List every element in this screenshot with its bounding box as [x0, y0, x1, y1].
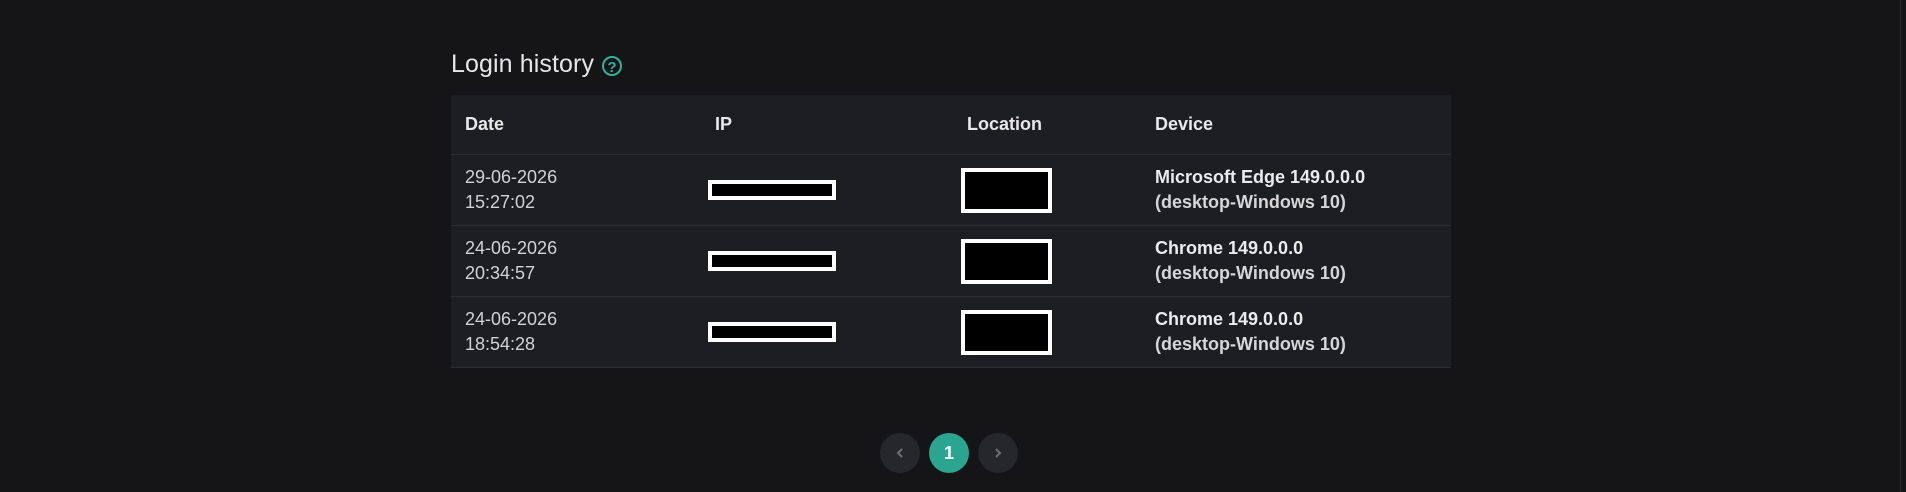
time-value: 18:54:28 — [465, 334, 536, 354]
time-value: 20:34:57 — [465, 263, 536, 283]
device-detail: (desktop-Windows 10) — [1155, 192, 1346, 212]
device-detail: (desktop-Windows 10) — [1155, 263, 1346, 283]
scrollbar-track[interactable] — [1900, 0, 1901, 492]
date-value: 24-06-2026 — [465, 309, 558, 329]
next-page-button[interactable] — [978, 433, 1018, 473]
date-cell: 24-06-2026 18:54:28 — [451, 296, 701, 368]
previous-page-button[interactable] — [880, 433, 920, 473]
date-value: 29-06-2026 — [465, 167, 558, 187]
location-cell — [953, 225, 1141, 297]
ip-cell — [701, 296, 953, 368]
login-history-heading: Login history — [451, 50, 595, 78]
help-icon[interactable]: ? — [602, 55, 623, 76]
location-redaction-box — [961, 167, 1052, 213]
device-cell: Chrome 149.0.0.0 (desktop-Windows 10) — [1141, 225, 1451, 297]
date-cell: 29-06-2026 15:27:02 — [451, 154, 701, 226]
location-redaction-box — [961, 309, 1052, 355]
location-redaction-box — [961, 238, 1052, 284]
login-history-table-container: Date IP Location Device 29-06-2026 15:27… — [451, 95, 1451, 368]
page-title: Login history ? — [451, 50, 623, 79]
header-date: Date — [451, 95, 701, 155]
device-name: Chrome 149.0.0.0 — [1155, 238, 1304, 258]
table-row: 24-06-2026 18:54:28 Chrome 149.0.0.0 (de… — [451, 296, 1451, 368]
chevron-left-icon — [896, 448, 903, 458]
location-cell — [953, 154, 1141, 226]
ip-cell — [701, 225, 953, 297]
ip-redaction-box — [708, 322, 836, 342]
device-name: Chrome 149.0.0.0 — [1155, 309, 1304, 329]
device-cell: Microsoft Edge 149.0.0.0 (desktop-Window… — [1141, 154, 1451, 226]
ip-redaction-box — [708, 251, 836, 271]
device-detail: (desktop-Windows 10) — [1155, 334, 1346, 354]
header-device: Device — [1141, 95, 1451, 155]
page-number-button[interactable]: 1 — [929, 433, 969, 473]
device-cell: Chrome 149.0.0.0 (desktop-Windows 10) — [1141, 296, 1451, 368]
table-header-row: Date IP Location Device — [451, 95, 1451, 155]
table-row: 24-06-2026 20:34:57 Chrome 149.0.0.0 (de… — [451, 225, 1451, 297]
device-name: Microsoft Edge 149.0.0.0 — [1155, 167, 1366, 187]
header-location: Location — [953, 95, 1141, 155]
table-row: 29-06-2026 15:27:02 Microsoft Edge 149.0… — [451, 154, 1451, 226]
time-value: 15:27:02 — [465, 192, 536, 212]
chevron-right-icon — [995, 448, 1002, 458]
header-ip: IP — [701, 95, 953, 155]
date-value: 24-06-2026 — [465, 238, 558, 258]
login-history-table: Date IP Location Device 29-06-2026 15:27… — [451, 95, 1451, 368]
location-cell — [953, 296, 1141, 368]
date-cell: 24-06-2026 20:34:57 — [451, 225, 701, 297]
ip-redaction-box — [708, 180, 836, 200]
ip-cell — [701, 154, 953, 226]
login-history-page: Login history ? Date IP Location Device … — [0, 0, 1906, 492]
pagination: 1 — [880, 433, 1018, 473]
